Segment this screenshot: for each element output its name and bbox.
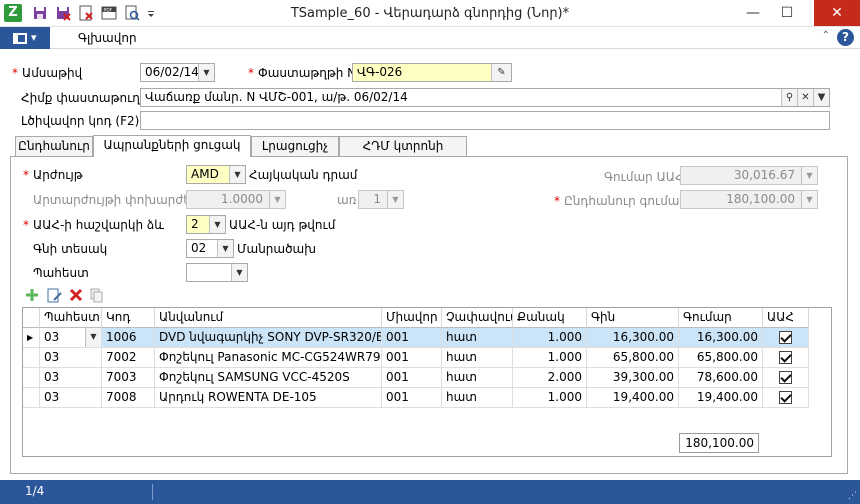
column-header[interactable]: Գումար <box>679 308 763 328</box>
chevron-down-icon[interactable]: ▼ <box>813 89 829 106</box>
warehouse-select[interactable]: ▼ <box>186 263 248 282</box>
per-field[interactable]: 1 ▼ <box>358 190 404 209</box>
vat-amount-field[interactable]: 30,016.67 ▼ <box>680 166 818 185</box>
chevron-down-icon[interactable]: ▼ <box>229 166 245 183</box>
basis-doc-field[interactable]: Վաճառք մանր. N ՎՄՇ-001, ա/թ. 06/02/14 ⚲ … <box>140 88 830 107</box>
pdf-icon[interactable]: PDF <box>101 5 117 21</box>
collapse-ribbon-icon[interactable]: ⌃ <box>822 30 830 41</box>
copy-row-icon[interactable] <box>90 288 104 304</box>
resize-grip-icon[interactable]: ⋰ <box>848 491 857 501</box>
grid-total-amount: 180,100.00 <box>679 433 759 453</box>
vat-checkbox[interactable] <box>779 391 792 404</box>
vat-method-select[interactable]: 2 ▼ <box>186 215 226 234</box>
vat-checkbox[interactable] <box>779 371 792 384</box>
vat-amount-label: Գումար ԱԱՀ <box>604 170 684 184</box>
print-preview-icon[interactable] <box>124 5 140 21</box>
search-icon[interactable]: ⚲ <box>781 89 797 106</box>
table-row[interactable]: 03 7002 Փոշեկուլ Panasonic MC-CG524WR79 … <box>23 348 809 368</box>
title-bar: Z PDF TSample_60 - Վերադարձ գնորդից (Նոր… <box>0 0 860 27</box>
file-menu-button[interactable]: ▾ <box>0 27 50 49</box>
doc-number-label: Փաստաթղթի N <box>258 66 357 80</box>
row-selector-icon[interactable]: ▶ <box>23 328 40 348</box>
save-close-icon[interactable] <box>55 5 71 21</box>
column-header[interactable]: Միավոր <box>382 308 442 328</box>
chevron-down-icon[interactable]: ▼ <box>801 167 817 184</box>
column-header[interactable]: Պահեստ <box>40 308 102 328</box>
currency-select[interactable]: AMD ▼ <box>186 165 246 184</box>
column-header[interactable]: ԱԱՀ <box>763 308 809 328</box>
chevron-down-icon[interactable]: ▼ <box>269 191 285 208</box>
page-indicator: 1/4 <box>25 484 45 498</box>
column-header[interactable]: Քանակ <box>513 308 587 328</box>
add-row-icon[interactable] <box>25 288 39 302</box>
ribbon: ▾ Գլխավոր ⌃ ? <box>0 27 860 49</box>
vat-method-desc: ԱԱՀ-ն այդ թվում <box>229 218 336 232</box>
price-type-select[interactable]: 02 ▼ <box>186 239 234 258</box>
status-bar: 1/4 ⋰ <box>0 480 860 504</box>
customize-icon[interactable] <box>146 5 156 21</box>
delete-row-icon[interactable] <box>69 288 83 302</box>
tab-receipt-print[interactable]: ՀԴՄ կտրոնի տպում <box>339 136 467 172</box>
maximize-button[interactable]: ☐ <box>772 0 802 26</box>
date-label: Ամսաթիվ <box>22 66 83 80</box>
extra-code-label: Լծիվավոր կոդ (F2) <box>21 114 140 128</box>
doc-number-field[interactable]: ՎԳ-026 ✎ <box>352 63 512 82</box>
price-type-label: Գնի տեսակ <box>33 242 108 256</box>
chevron-down-icon[interactable]: ▼ <box>387 191 403 208</box>
required-marker: * <box>12 66 18 80</box>
column-header[interactable]: Կոդ <box>102 308 155 328</box>
total-label: Ընդհանուր գումար <box>564 194 688 208</box>
required-marker: * <box>23 218 29 232</box>
date-field[interactable]: 06/02/14 ▼ <box>140 63 215 82</box>
close-button[interactable]: ✕ <box>814 0 860 26</box>
chevron-down-icon[interactable]: ▼ <box>231 264 247 281</box>
tab-general[interactable]: Ընդհանուր <box>15 136 93 157</box>
required-marker: * <box>23 168 29 182</box>
required-marker: * <box>248 66 254 80</box>
required-marker: * <box>554 194 560 208</box>
calendar-dropdown-icon[interactable]: ▼ <box>198 64 214 81</box>
table-row[interactable]: ▶ 03 ▼ 1006 DVD նվագարկիչ SONY DVP-SR320/… <box>23 328 809 348</box>
column-header[interactable]: Գին <box>587 308 679 328</box>
save-icon[interactable] <box>32 5 48 21</box>
currency-name: Հայկական դրամ <box>249 168 358 182</box>
column-header[interactable]: Անվանում <box>155 308 382 328</box>
warehouse-label: Պահեստ <box>33 266 89 280</box>
basis-doc-label: Հիմք փաստաթուղթ <box>21 91 149 105</box>
vat-checkbox[interactable] <box>779 351 792 364</box>
chevron-down-icon[interactable]: ▼ <box>209 216 225 233</box>
extra-code-field[interactable] <box>140 111 830 130</box>
tab-additional[interactable]: Լրացուցիչ <box>251 136 339 157</box>
price-type-desc: Մանրածախ <box>237 242 317 256</box>
table-row[interactable]: 03 7003 Փոշեկուլ SAMSUNG VCC-4520S 001 հ… <box>23 368 809 388</box>
generate-number-icon[interactable]: ✎ <box>491 64 511 81</box>
app-logo-icon[interactable]: Z <box>4 4 22 22</box>
table-header: Պահեստ Կոդ Անվանում Միավոր Չափավում Քանա… <box>23 308 809 328</box>
chevron-down-icon[interactable]: ▼ <box>801 191 817 208</box>
help-icon[interactable]: ? <box>837 29 854 46</box>
svg-text:PDF: PDF <box>104 7 113 13</box>
rate-field[interactable]: 1.0000 ▼ <box>186 190 286 209</box>
column-header[interactable]: Չափավում <box>442 308 513 328</box>
rate-label: Արտարժույթի փոխարժեք <box>33 193 199 207</box>
per-label: առ <box>337 193 357 207</box>
clear-icon[interactable]: ✕ <box>797 89 813 106</box>
currency-label: Արժույթ <box>33 168 83 182</box>
close-doc-icon[interactable] <box>78 5 94 21</box>
vat-checkbox[interactable] <box>779 331 792 344</box>
total-field[interactable]: 180,100.00 ▼ <box>680 190 818 209</box>
chevron-down-icon[interactable]: ▼ <box>85 328 101 347</box>
minimize-button[interactable]: — <box>738 0 768 26</box>
tab-main[interactable]: Գլխավոր <box>78 31 137 45</box>
edit-row-icon[interactable] <box>47 288 63 304</box>
chevron-down-icon[interactable]: ▼ <box>217 240 233 257</box>
vat-method-label: ԱԱՀ-ի հաշվարկի ձև <box>33 218 164 232</box>
table-row[interactable]: 03 7008 Արդուկ ROWENTA DE-105 001 հատ 1.… <box>23 388 809 408</box>
menu-icon <box>13 32 28 44</box>
warehouse-cell-editor[interactable]: 03 ▼ <box>40 328 102 348</box>
tab-goods-list[interactable]: Ապրանքների ցուցակ <box>93 135 251 157</box>
